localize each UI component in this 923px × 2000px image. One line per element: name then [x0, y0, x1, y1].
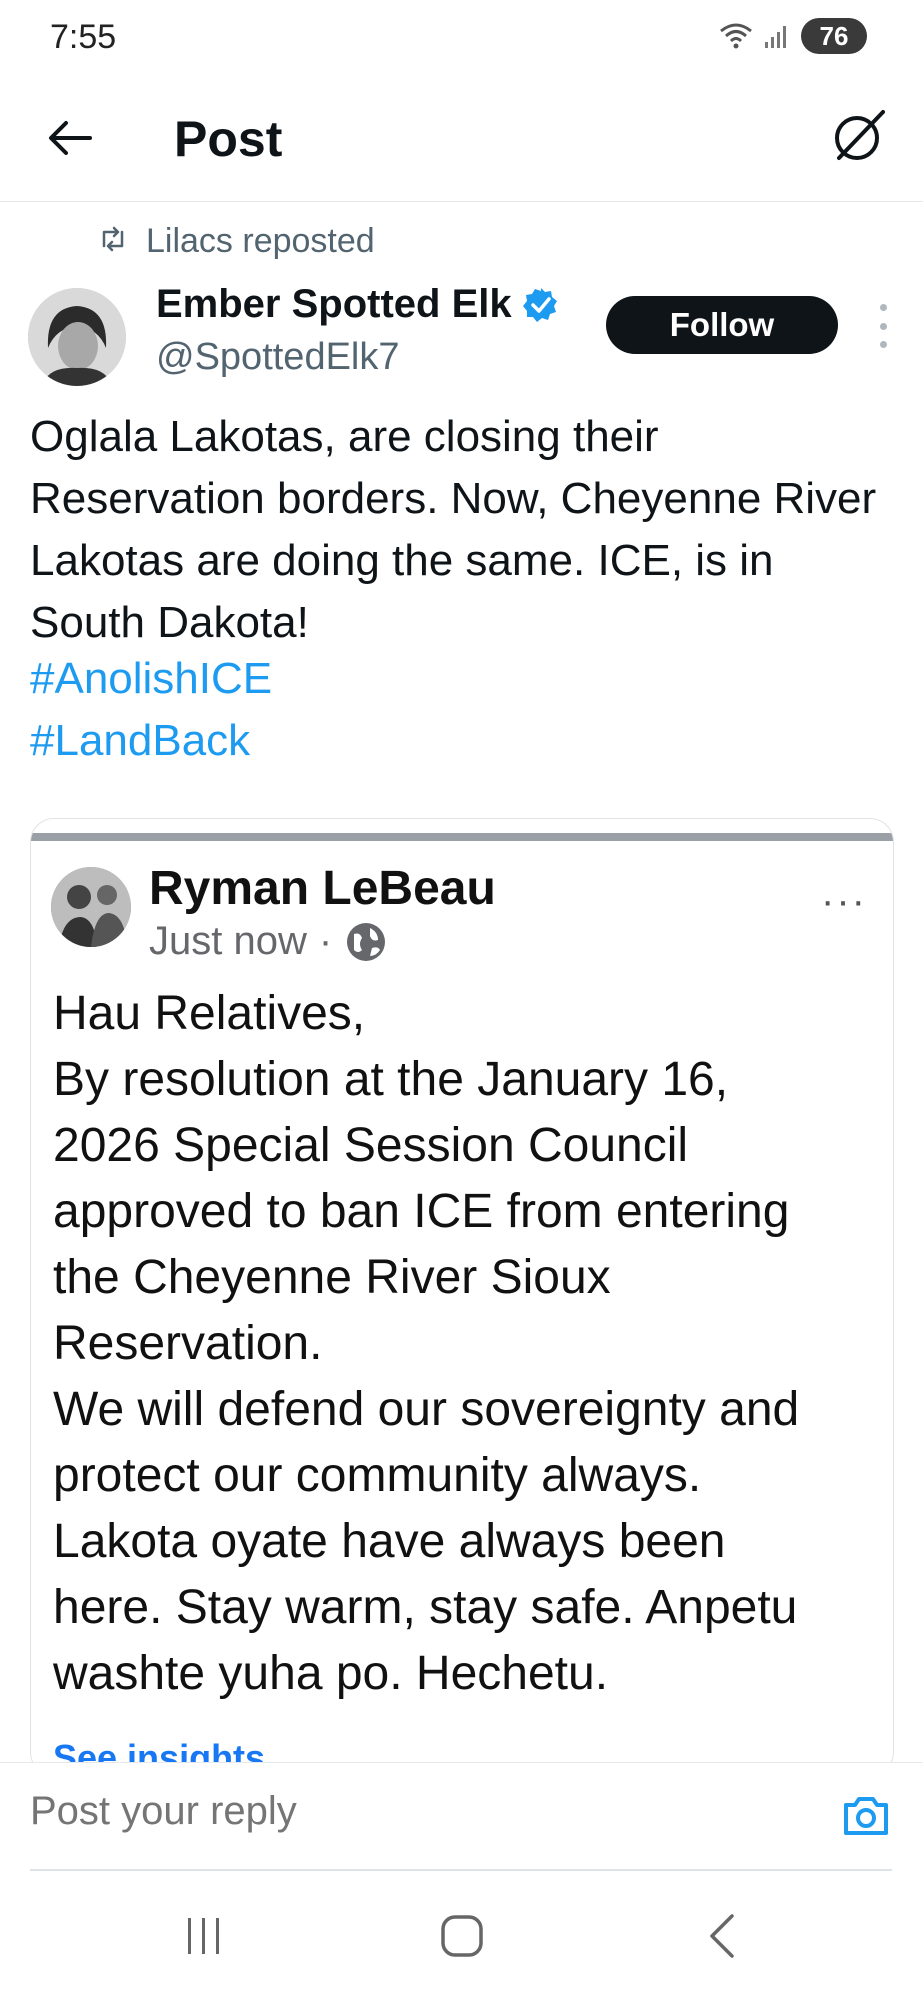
author-name-row[interactable]: Ember Spotted Elk [156, 282, 560, 327]
embedded-text-line: the Cheyenne River Sioux [53, 1251, 611, 1304]
avatar[interactable] [28, 288, 126, 386]
embedded-avatar [51, 867, 131, 947]
embedded-more-icon: ··· [821, 879, 867, 923]
back-arrow-icon[interactable] [40, 108, 100, 168]
follow-button[interactable]: Follow [606, 296, 838, 354]
embedded-text-line: 2026 Special Session Council [53, 1119, 689, 1172]
repost-icon [98, 222, 128, 261]
author-name: Ember Spotted Elk [156, 282, 512, 326]
camera-icon[interactable] [841, 1791, 891, 1841]
status-icons: 76 [719, 18, 867, 54]
embedded-time: Just now [149, 919, 307, 963]
more-icon[interactable] [873, 304, 893, 348]
page-title: Post [174, 111, 283, 167]
hashtag-link[interactable]: #LandBack [30, 716, 250, 766]
embedded-separator: · [318, 919, 333, 963]
embedded-text-line: protect our community always. [53, 1449, 702, 1502]
embedded-meta: Just now · [149, 919, 388, 964]
embedded-text-line: Reservation. [53, 1317, 323, 1370]
nav-home-icon[interactable] [440, 1914, 484, 1958]
embedded-text-line: Lakota oyate have always been [53, 1515, 726, 1568]
embedded-text-line: approved to ban ICE from entering [53, 1185, 790, 1238]
reply-divider [30, 1869, 892, 1871]
embedded-post-text: Hau Relatives, By resolution at the Janu… [53, 981, 883, 1707]
media-top-border [31, 833, 893, 841]
embedded-text-line: here. Stay warm, stay safe. Anpetu [53, 1581, 798, 1634]
verified-icon [522, 286, 560, 324]
grok-icon[interactable] [827, 104, 891, 168]
nav-back-icon[interactable] [704, 1912, 738, 1960]
repost-indicator[interactable]: Lilacs reposted [98, 222, 375, 261]
embedded-text-line: washte yuha po. Hechetu. [53, 1647, 609, 1700]
nav-recents-icon[interactable] [184, 1914, 224, 1958]
battery-icon: 76 [801, 18, 867, 54]
media-image[interactable]: Ryman LeBeau Just now · ··· Hau Relative… [30, 818, 894, 1776]
status-time: 7:55 [50, 18, 117, 56]
embedded-text-line: Hau Relatives, [53, 987, 366, 1040]
embedded-author-name: Ryman LeBeau [149, 862, 496, 915]
repost-label: Lilacs reposted [146, 222, 375, 260]
system-nav-bar [0, 1878, 923, 2000]
reply-input[interactable] [30, 1789, 790, 1834]
reply-bar [0, 1762, 923, 1872]
embedded-text-line: We will defend our sovereignty and [53, 1383, 800, 1436]
app-header: Post [0, 72, 923, 202]
hashtag-link[interactable]: #AnolishICE [30, 654, 272, 704]
signal-icon [763, 22, 791, 50]
globe-icon [344, 920, 388, 964]
status-bar: 7:55 76 [0, 0, 923, 72]
embedded-text-line: By resolution at the January 16, [53, 1053, 729, 1106]
author-handle[interactable]: @SpottedElk7 [156, 336, 400, 379]
tweet-text: Oglala Lakotas, are closing their Reserv… [30, 412, 877, 647]
wifi-icon [719, 21, 753, 51]
